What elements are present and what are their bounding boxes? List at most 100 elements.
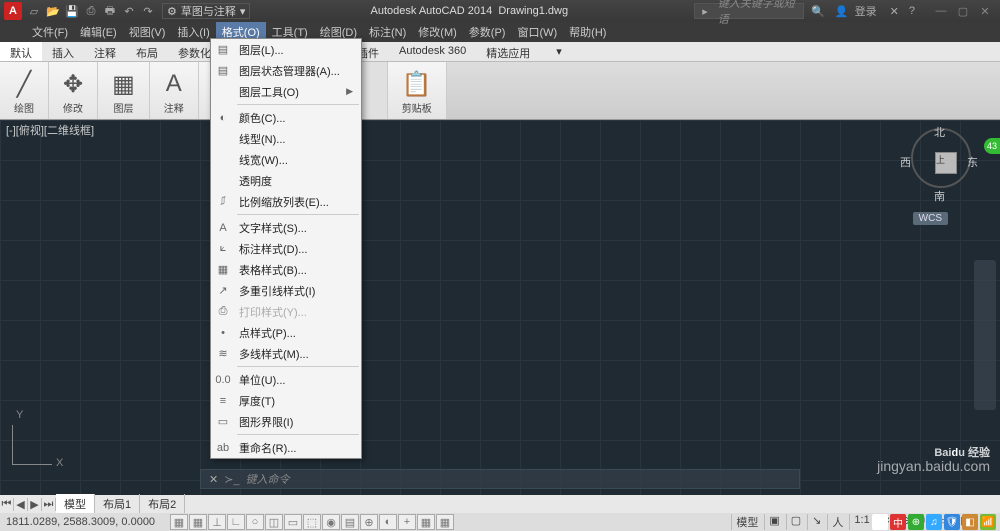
panel-icon[interactable]: ✥ (63, 68, 83, 100)
menu-10[interactable]: 窗口(W) (511, 22, 563, 42)
exchange-icon[interactable]: ✕ (887, 5, 902, 18)
tray-icon-6[interactable]: 📶 (980, 514, 996, 530)
maximize-button[interactable]: ▢ (952, 5, 974, 18)
search-icon[interactable]: 🔍 (808, 5, 828, 18)
new-icon[interactable]: ▱ (26, 3, 42, 19)
undo-icon[interactable]: ↶ (121, 3, 137, 19)
menu-item-20[interactable]: ▭图形界限(I) (211, 411, 361, 432)
cube-top[interactable]: 上 (935, 152, 957, 174)
open-icon[interactable]: 📂 (45, 3, 61, 19)
status-toggle-7[interactable]: ⬚ (303, 514, 321, 530)
ribbon-tab-9[interactable]: Autodesk 360 (389, 42, 476, 61)
layout-first[interactable]: ⏮ (0, 498, 14, 511)
menu-item-19[interactable]: ≡厚度(T) (211, 390, 361, 411)
menu-item-icon: ⎙ (215, 305, 231, 318)
close-button[interactable]: ✕ (974, 5, 996, 18)
status-toggle-8[interactable]: ◉ (322, 514, 340, 530)
tray-icon-3[interactable]: ♫ (926, 514, 942, 530)
status-toggle-11[interactable]: ◐ (379, 514, 397, 530)
menu-item-8[interactable]: ⎎比例缩放列表(E)... (211, 191, 361, 212)
menu-2[interactable]: 视图(V) (123, 22, 172, 42)
layout-last[interactable]: ⏭ (42, 498, 56, 511)
menu-item-15[interactable]: •点样式(P)... (211, 322, 361, 343)
ribbon-tab-0[interactable]: 默认 (0, 42, 42, 61)
close-cmd-icon[interactable]: ✕ (209, 473, 218, 486)
help-icon[interactable]: ? (906, 5, 918, 17)
status-toggle-4[interactable]: ○ (246, 514, 264, 530)
ribbon-tab-2[interactable]: 注释 (84, 42, 126, 61)
menu-item-11[interactable]: ⟀标注样式(D)... (211, 238, 361, 259)
menu-item-0[interactable]: ▤图层(L)... (211, 39, 361, 60)
menu-item-6[interactable]: 线宽(W)... (211, 149, 361, 170)
status-toggle-10[interactable]: ⊕ (360, 514, 378, 530)
panel-icon[interactable]: 📋 (402, 68, 432, 100)
menu-0[interactable]: 文件(F) (26, 22, 74, 42)
navigation-bar[interactable] (974, 260, 996, 410)
menu-item-5[interactable]: 线型(N)... (211, 128, 361, 149)
tray-icon-4[interactable]: 🛡 (944, 514, 960, 530)
status-toggle-9[interactable]: ▤ (341, 514, 359, 530)
layout-tab-布局2[interactable]: 布局2 (140, 494, 185, 514)
menu-item-7[interactable]: 透明度 (211, 170, 361, 191)
status-right-2[interactable]: ▢ (786, 514, 805, 530)
menu-item-10[interactable]: A文字样式(S)... (211, 217, 361, 238)
layout-prev[interactable]: ◀ (14, 498, 28, 511)
status-toggle-14[interactable]: ▦ (436, 514, 454, 530)
save-icon[interactable]: 💾 (64, 3, 80, 19)
menu-item-12[interactable]: ▦表格样式(B)... (211, 259, 361, 280)
panel-icon[interactable]: ╱ (17, 68, 31, 100)
status-right-3[interactable]: ↘ (807, 514, 825, 530)
print-icon[interactable]: 🖶 (102, 3, 118, 19)
layout-tab-布局1[interactable]: 布局1 (95, 494, 140, 514)
menu-item-2[interactable]: 图层工具(O)▶ (211, 81, 361, 102)
menu-item-1[interactable]: ▤图层状态管理器(A)... (211, 60, 361, 81)
saveas-icon[interactable]: ⎙ (83, 3, 99, 19)
workspace-dropdown[interactable]: ⚙ 草图与注释 ▾ (162, 3, 250, 19)
login-button[interactable]: 👤 登录 (832, 3, 883, 19)
status-right-0[interactable]: 模型 (731, 514, 762, 530)
status-right-5[interactable]: 1:1 (849, 514, 873, 530)
menu-item-22[interactable]: ab重命名(R)... (211, 437, 361, 458)
layout-next[interactable]: ▶ (28, 498, 42, 511)
status-toggle-3[interactable]: ∟ (227, 514, 245, 530)
search-box[interactable]: ▸ 键入关键字或短语 (694, 3, 804, 19)
status-right-1[interactable]: ▣ (764, 514, 783, 530)
menu-1[interactable]: 编辑(E) (74, 22, 123, 42)
panel-icon[interactable]: A (166, 68, 182, 100)
tray-icon-1[interactable]: 中 (890, 514, 906, 530)
tray-icon-0[interactable]: ⌃ (872, 514, 888, 530)
layout-tab-模型[interactable]: 模型 (56, 494, 95, 514)
menu-11[interactable]: 帮助(H) (563, 22, 612, 42)
tray-icon-5[interactable]: ◧ (962, 514, 978, 530)
minimize-button[interactable]: — (930, 5, 952, 18)
redo-icon[interactable]: ↷ (140, 3, 156, 19)
menu-item-4[interactable]: ◐颜色(C)... (211, 107, 361, 128)
command-line[interactable]: ✕ ≻_ 键入命令 (200, 469, 800, 489)
viewport-label[interactable]: [-][俯视][二维线框] (6, 122, 94, 138)
view-cube[interactable]: 上 北 南 西 东 WCS (906, 128, 976, 198)
tray-icon-2[interactable]: ⊕ (908, 514, 924, 530)
status-toggle-0[interactable]: ▦ (170, 514, 188, 530)
status-toggle-13[interactable]: ▦ (417, 514, 435, 530)
wcs-badge[interactable]: WCS (913, 212, 948, 225)
drawing-canvas[interactable]: [-][俯视][二维线框] 上 北 南 西 东 WCS 43 X Y ✕ ≻_ … (0, 120, 1000, 495)
ribbon-collapse[interactable]: ▾ (546, 42, 572, 61)
ribbon-tab-1[interactable]: 插入 (42, 42, 84, 61)
status-toggle-2[interactable]: ⊥ (208, 514, 226, 530)
ribbon-tab-10[interactable]: 精选应用 (476, 42, 540, 61)
panel-icon[interactable]: ▦ (112, 68, 135, 100)
status-toggle-1[interactable]: ▦ (189, 514, 207, 530)
menu-item-13[interactable]: ↗多重引线样式(I) (211, 280, 361, 301)
menu-item-16[interactable]: ≋多线样式(M)... (211, 343, 361, 364)
status-toggle-12[interactable]: + (398, 514, 416, 530)
ribbon-tab-3[interactable]: 布局 (126, 42, 168, 61)
menu-7[interactable]: 标注(N) (363, 22, 412, 42)
notification-badge[interactable]: 43 (984, 138, 1000, 154)
app-logo[interactable]: A (4, 2, 22, 20)
menu-item-18[interactable]: 0.0单位(U)... (211, 369, 361, 390)
menu-9[interactable]: 参数(P) (463, 22, 512, 42)
status-toggle-5[interactable]: ◫ (265, 514, 283, 530)
status-toggle-6[interactable]: ▭ (284, 514, 302, 530)
status-right-4[interactable]: 人 (827, 514, 847, 530)
menu-8[interactable]: 修改(M) (412, 22, 463, 42)
